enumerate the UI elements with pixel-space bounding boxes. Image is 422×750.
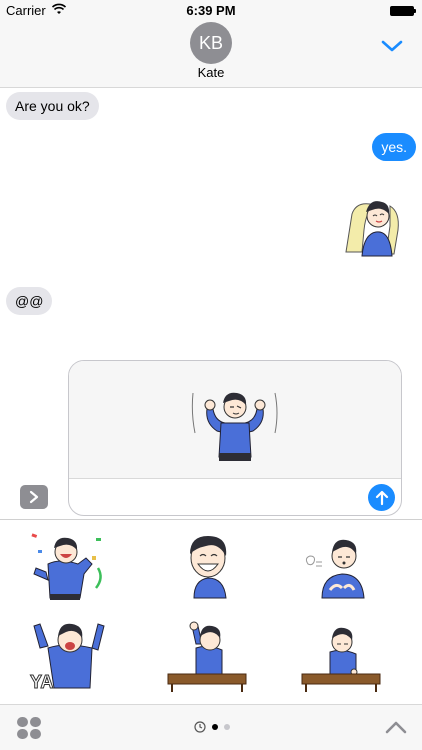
chevron-up-icon[interactable] (384, 717, 408, 739)
sticker-yay-shout[interactable]: YA (26, 618, 110, 694)
contact-name[interactable]: Kate (0, 65, 422, 80)
conversation-header: KB Kate (0, 22, 422, 88)
preview-sticker-flexing[interactable] (189, 383, 281, 463)
expand-apps-button[interactable] (20, 485, 48, 509)
sent-sticker-relaxing[interactable] (336, 190, 406, 258)
page-dot-active[interactable] (212, 724, 218, 730)
arrow-up-icon (375, 490, 388, 505)
app-grid-icon[interactable] (16, 716, 42, 740)
page-dot[interactable] (224, 724, 230, 730)
chevron-down-icon[interactable] (380, 34, 404, 58)
status-bar: Carrier 6:39 PM (0, 0, 422, 22)
send-button[interactable] (368, 484, 395, 511)
svg-text:YA: YA (30, 672, 53, 692)
avatar[interactable]: KB (190, 22, 232, 64)
message-bubble-incoming[interactable]: Are you ok? (6, 92, 99, 120)
sticker-drawer: YA (0, 519, 422, 704)
sticker-confetti-celebrate[interactable] (26, 528, 110, 604)
recents-clock-icon[interactable] (194, 721, 206, 733)
sticker-preview-area (69, 361, 401, 479)
message-bubble-incoming[interactable]: @@ (6, 287, 53, 315)
page-indicator[interactable] (194, 721, 230, 733)
app-drawer-bar (0, 704, 422, 750)
sticker-sighing-hands-on-chest[interactable] (300, 528, 384, 604)
compose-field[interactable] (68, 360, 402, 516)
sticker-desk-tired[interactable] (300, 618, 384, 694)
sticker-desk-raise-fist[interactable] (166, 618, 250, 694)
battery-icon (390, 6, 416, 16)
chevron-right-icon (29, 490, 39, 504)
clock: 6:39 PM (186, 3, 236, 18)
message-bubble-outgoing[interactable]: yes. (372, 133, 416, 161)
sticker-big-grin[interactable] (166, 528, 250, 604)
